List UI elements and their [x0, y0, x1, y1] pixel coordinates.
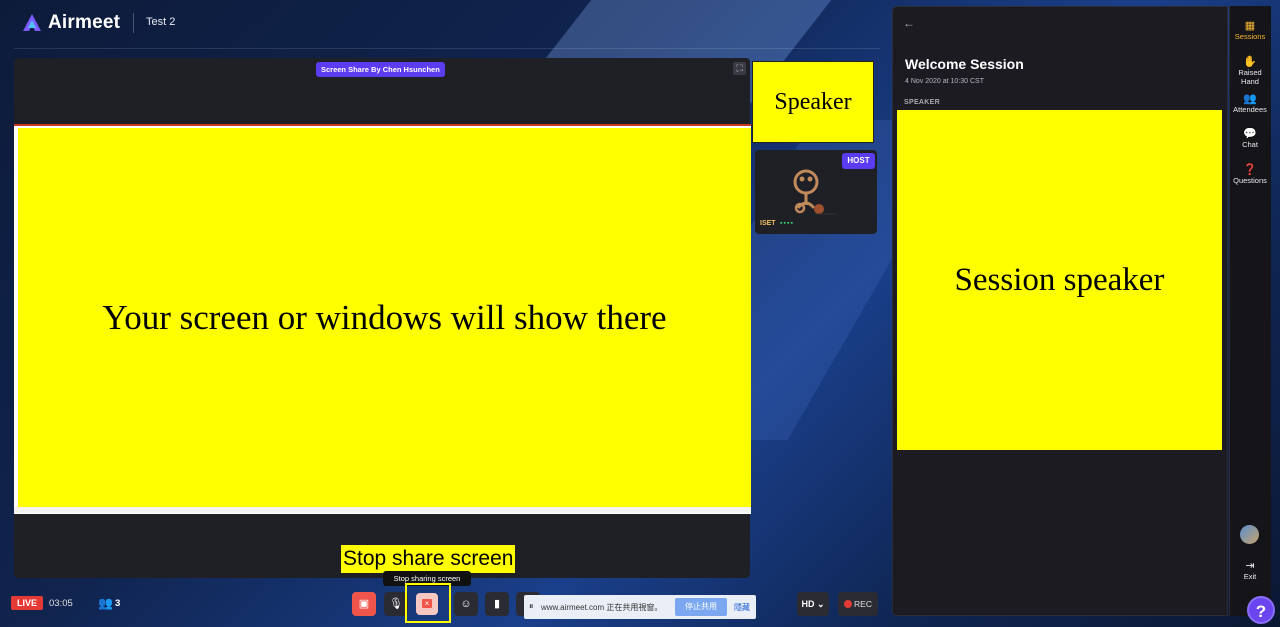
exit-button[interactable]: ⇥ Exit: [1229, 560, 1271, 581]
browser-share-notice: ⏸ www.airmeet.com 正在共用視窗。 停止共用 隱藏: [524, 595, 756, 619]
exit-label: Exit: [1243, 572, 1257, 581]
emoji-icon: ☺: [460, 598, 472, 610]
app-logo: Airmeet: [22, 12, 120, 34]
event-title: Test 2: [146, 16, 176, 28]
rail-item-chat[interactable]: 💬 Chat: [1229, 128, 1271, 149]
rail-item-attendees[interactable]: 👥 Attendees: [1229, 93, 1271, 114]
hand-icon: ✋: [1243, 56, 1257, 68]
back-arrow-icon[interactable]: ←: [903, 16, 915, 30]
sessions-icon: ▦: [1244, 20, 1256, 32]
session-date: 4 Nov 2020 at 10:30 CST: [905, 78, 984, 85]
reactions-button[interactable]: ☺: [454, 592, 478, 616]
camera-off-icon: ▣: [358, 598, 370, 610]
record-label: REC: [854, 599, 872, 609]
video-quality-button[interactable]: HD ⌄: [797, 592, 829, 616]
record-icon: [844, 600, 853, 608]
browser-stop-share-button[interactable]: 停止共用: [675, 598, 727, 616]
chevron-down-icon: ⌄: [816, 599, 825, 609]
exit-icon: ⇥: [1245, 560, 1255, 572]
microphone-icon: 🎙: [389, 598, 403, 610]
attendees-icon: 👥: [1243, 93, 1257, 105]
user-avatar[interactable]: [1240, 525, 1259, 544]
audio-level-icon: ▪▪▪▪: [780, 220, 794, 227]
pause-icon: ⏸: [529, 601, 534, 611]
help-button[interactable]: ?: [1247, 596, 1275, 624]
camera-off-button[interactable]: ▣: [352, 592, 376, 616]
rail-item-label: Chat: [1242, 140, 1258, 149]
record-button[interactable]: REC: [838, 592, 878, 616]
airmeet-logo-icon: [23, 14, 41, 31]
session-title: Welcome Session: [905, 56, 1024, 72]
question-icon: ❓: [1243, 164, 1257, 176]
stop-share-annotation: Stop share screen: [341, 545, 516, 573]
rail-item-questions[interactable]: ❓ Questions: [1229, 164, 1271, 185]
header-divider: [133, 13, 134, 33]
share-notice-text: www.airmeet.com 正在共用視窗。: [541, 603, 663, 612]
session-speaker-placeholder: Session speaker: [897, 110, 1222, 450]
poll-button[interactable]: ▮: [485, 592, 509, 616]
live-badge: LIVE: [11, 596, 43, 610]
host-badge: HOST: [842, 153, 875, 169]
participant-name: ISET: [760, 220, 776, 227]
shared-window-statusbar: [14, 507, 751, 513]
shared-screen-placeholder: Your screen or windows will show there: [18, 128, 751, 507]
rail-item-sessions[interactable]: ▦ Sessions: [1229, 20, 1271, 41]
rail-item-label: Questions: [1233, 176, 1267, 185]
screen-share-badge: Screen Share By Chen Hsunchen: [316, 62, 445, 77]
header-rule: [14, 48, 880, 49]
attendees-icon: 👥: [98, 596, 113, 610]
speaker-caption: SPEAKER: [904, 99, 940, 106]
hd-label: HD: [801, 599, 815, 609]
app-name: Airmeet: [48, 12, 121, 33]
rail-item-label: Attendees: [1233, 105, 1267, 114]
fullscreen-button[interactable]: ⛶: [733, 62, 746, 75]
rail-item-raised-hand[interactable]: ✋ Raised Hand: [1229, 56, 1271, 86]
rail-item-label: Sessions: [1234, 32, 1266, 41]
stop-share-icon: ×: [422, 599, 432, 608]
speaker-placeholder: Speaker: [752, 61, 874, 143]
chat-icon: 💬: [1243, 128, 1257, 140]
session-timer: 03:05: [49, 598, 73, 609]
rail-item-label: Raised Hand: [1238, 68, 1262, 86]
browser-hide-link[interactable]: 隱藏: [734, 602, 750, 613]
attendee-count: 3: [115, 598, 121, 609]
stop-share-button[interactable]: ×: [416, 593, 438, 615]
bar-chart-icon: ▮: [493, 598, 501, 610]
